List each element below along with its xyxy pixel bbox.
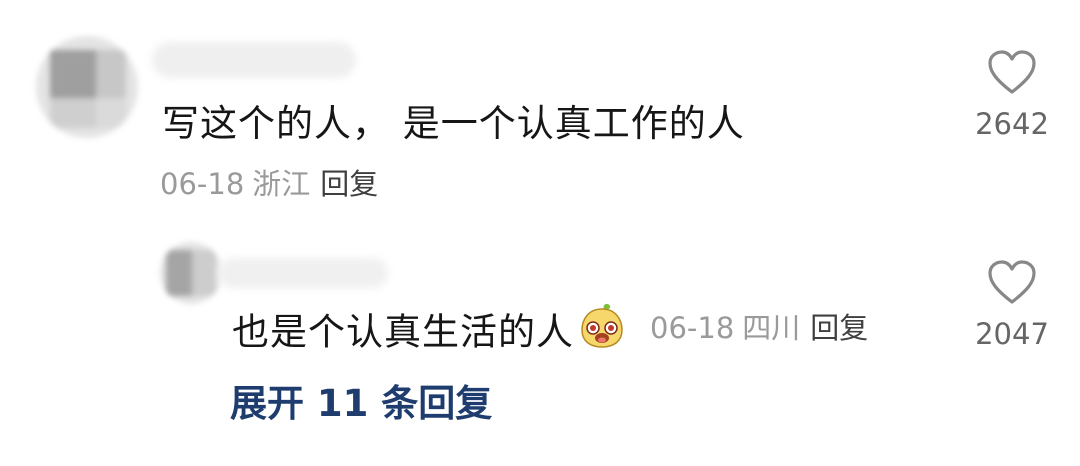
- reply-date: 06-18: [650, 311, 735, 345]
- like-button[interactable]: 2047: [962, 260, 1062, 352]
- expand-replies-button[interactable]: 展开 11 条回复: [230, 382, 492, 426]
- smiling-face-emoji: [578, 303, 626, 359]
- comment-meta: 06-18 浙江 回复: [160, 166, 378, 202]
- like-count: 2642: [975, 107, 1049, 141]
- reply-text-line: 也是个认真生活的人: [232, 303, 626, 362]
- reply-text: 也是个认真生活的人: [232, 310, 574, 354]
- reply-button[interactable]: 回复: [320, 167, 378, 201]
- comment-text: 写这个的人， 是一个认真工作的人: [162, 102, 745, 145]
- reply-button[interactable]: 回复: [810, 311, 868, 345]
- username[interactable]: [152, 42, 356, 78]
- like-count: 2047: [975, 317, 1049, 351]
- like-button[interactable]: 2642: [962, 50, 1062, 142]
- avatar[interactable]: [36, 36, 138, 138]
- heart-outline-icon: [988, 260, 1036, 304]
- comment-location: 浙江: [252, 167, 311, 201]
- avatar[interactable]: [160, 242, 222, 304]
- reply-meta: 06-18 四川 回复: [650, 310, 868, 346]
- username[interactable]: [218, 258, 388, 288]
- reply-location: 四川: [742, 311, 801, 345]
- heart-outline-icon: [988, 50, 1036, 94]
- comment-date: 06-18: [160, 167, 245, 201]
